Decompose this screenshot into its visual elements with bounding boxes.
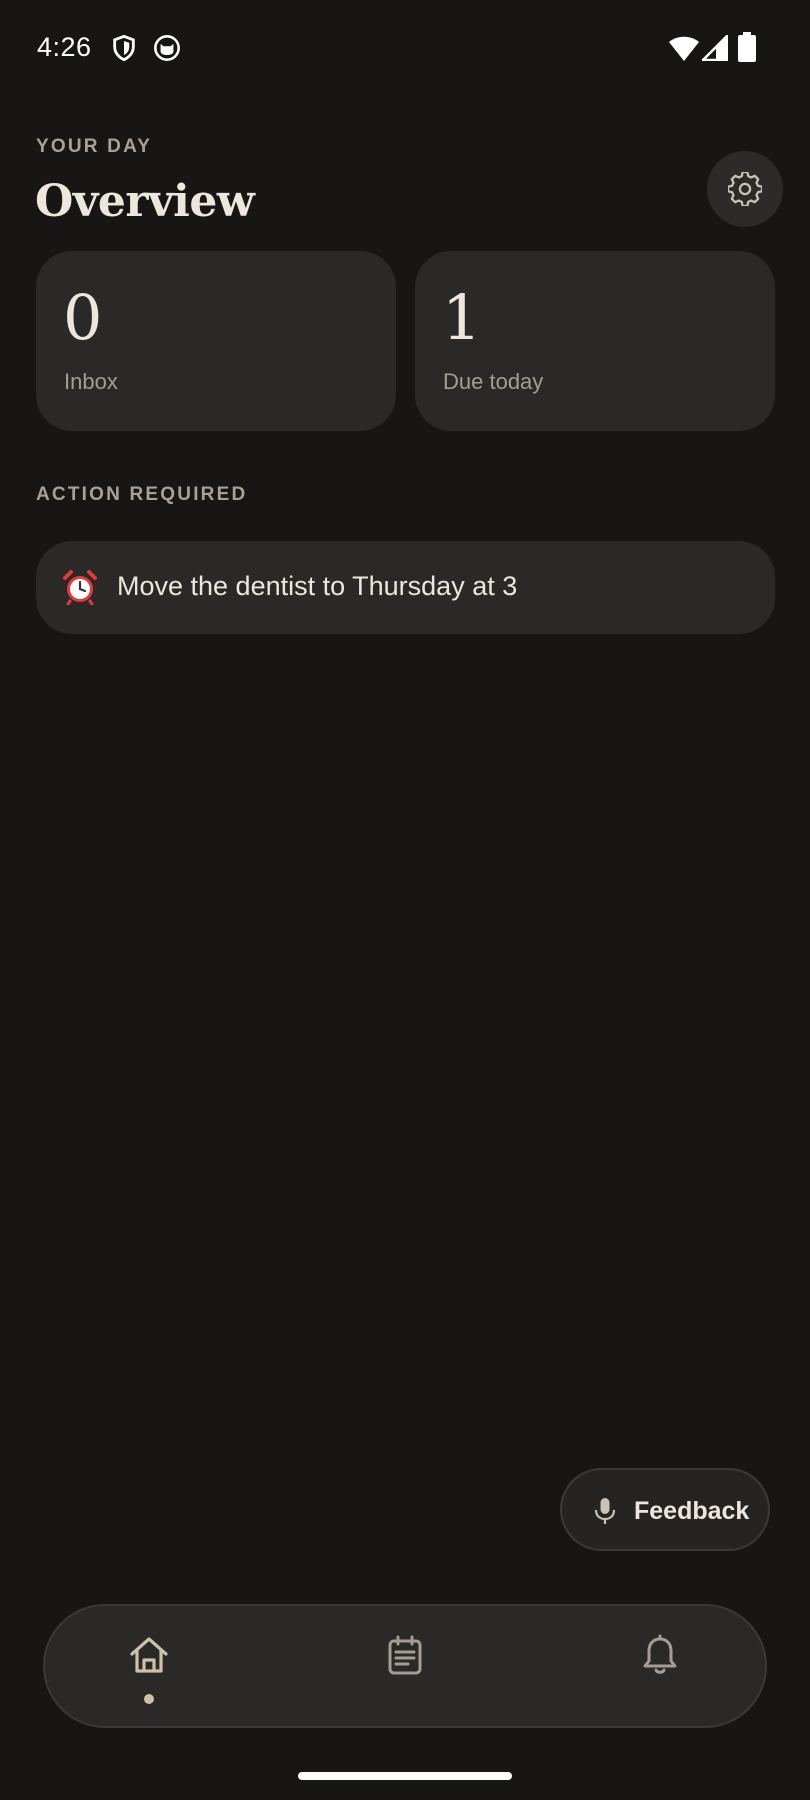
due-today-count: 1: [442, 281, 482, 354]
section-eyebrow: YOUR DAY: [36, 136, 153, 157]
home-icon: [130, 1637, 168, 1673]
overview-screen: 4:26 YOUR DAY Overview 0 Inbox 1 Due tod…: [0, 0, 810, 1800]
bell-icon: [643, 1634, 677, 1674]
signal-icon: [702, 35, 728, 61]
stat-card-inbox[interactable]: 0 Inbox: [36, 251, 396, 431]
page-title: Overview: [35, 176, 255, 227]
inbox-label: Inbox: [64, 369, 118, 394]
wifi-icon: [669, 36, 699, 61]
shield-icon: [113, 34, 135, 62]
feedback-button[interactable]: Feedback: [560, 1468, 770, 1551]
due-today-label: Due today: [443, 369, 544, 394]
action-item-text: Move the dentist to Thursday at 3: [117, 571, 518, 601]
nav-home[interactable]: [99, 1606, 199, 1726]
alarm-clock-icon: [63, 570, 97, 605]
settings-button[interactable]: [707, 151, 783, 227]
microphone-icon: [594, 1498, 616, 1524]
battery-icon: [738, 32, 756, 62]
notes-icon: [388, 1635, 422, 1675]
cat-icon: [154, 35, 180, 61]
status-time: 4:26: [37, 32, 92, 62]
nav-notes[interactable]: [355, 1606, 455, 1726]
gear-icon: [728, 172, 762, 206]
status-bar: 4:26: [0, 0, 810, 96]
inbox-count: 0: [63, 281, 103, 354]
nav-notifications[interactable]: [610, 1606, 710, 1726]
action-required-heading: ACTION REQUIRED: [36, 484, 248, 505]
active-indicator-dot: [144, 1694, 154, 1704]
action-item[interactable]: Move the dentist to Thursday at 3: [36, 541, 775, 634]
stat-card-due-today[interactable]: 1 Due today: [415, 251, 775, 431]
feedback-label: Feedback: [634, 1497, 750, 1525]
home-indicator[interactable]: [298, 1772, 512, 1780]
bottom-nav: [43, 1604, 767, 1728]
